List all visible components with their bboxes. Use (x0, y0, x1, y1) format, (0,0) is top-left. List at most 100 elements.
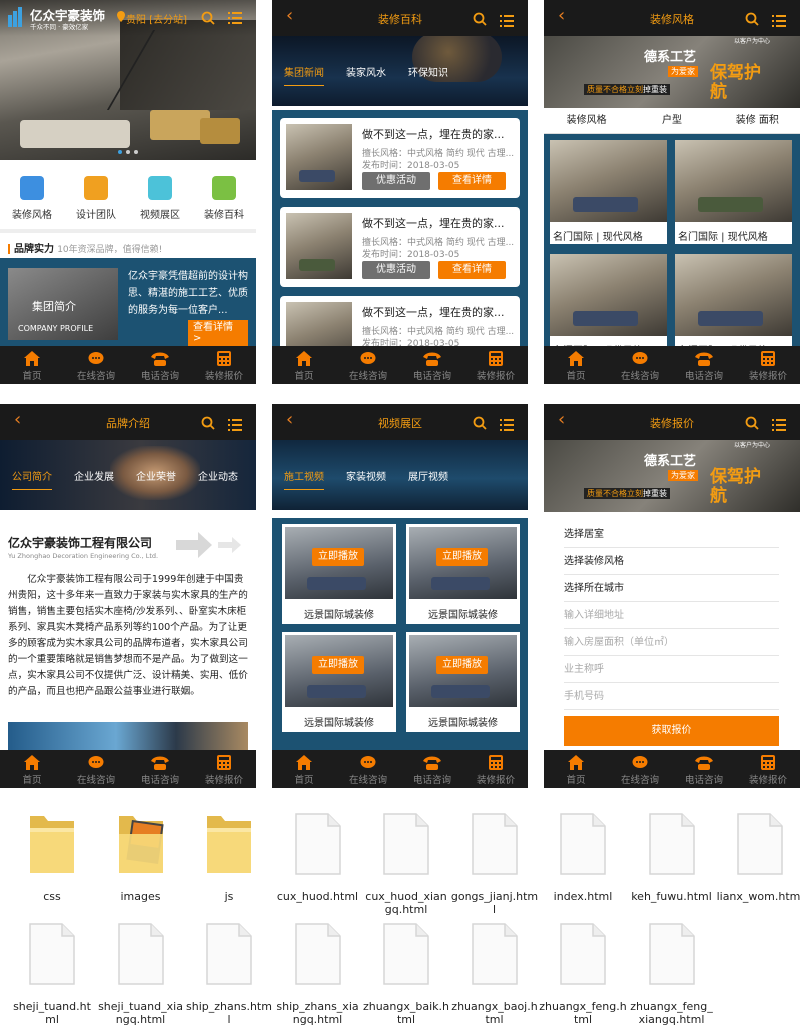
news-card[interactable]: 做不到这一点，埋在贵的家... 擅长风格：中式风格 简约 现代 古理... 发布时间… (280, 118, 520, 198)
folder-item[interactable]: images (97, 806, 185, 916)
city-switch[interactable]: 贵阳 [去分站] (126, 11, 187, 26)
category-tab[interactable]: 展厅视频 (408, 468, 448, 490)
promo-button[interactable]: 优惠活动 (362, 172, 430, 190)
menu-icon[interactable] (228, 416, 242, 435)
category-tab[interactable]: 企业荣誉 (136, 468, 176, 490)
tab-chat[interactable]: 在线咨询 (608, 346, 672, 384)
search-icon[interactable] (473, 415, 487, 434)
style-card[interactable]: 名门国际 | 现代风格 (550, 140, 667, 244)
detail-button[interactable]: 查看详情 (438, 261, 506, 279)
filter-option[interactable]: 装修风格 (544, 108, 629, 133)
play-button[interactable]: 立即播放 (312, 656, 364, 674)
play-button[interactable]: 立即播放 (436, 548, 488, 566)
search-icon[interactable] (201, 415, 215, 434)
tab-telephone[interactable]: 电话咨询 (128, 750, 192, 788)
quick-nav-item[interactable]: 装修风格 (0, 172, 64, 224)
tab-chat[interactable]: 在线咨询 (64, 750, 128, 788)
menu-icon[interactable] (772, 416, 786, 435)
tab-calculator[interactable]: 装修报价 (464, 750, 528, 788)
select-field[interactable]: 选择装修风格 (564, 549, 779, 575)
category-tab[interactable]: 施工视频 (284, 468, 324, 490)
promo-button[interactable]: 优惠活动 (362, 261, 430, 279)
category-nav: 施工视频 家装视频 展厅视频 (272, 440, 528, 510)
intro-detail-button[interactable]: 查看详情 > (188, 320, 248, 346)
tab-calculator[interactable]: 装修报价 (736, 750, 800, 788)
play-button[interactable]: 立即播放 (312, 548, 364, 566)
category-tab[interactable]: 公司简介 (12, 468, 52, 490)
search-icon[interactable] (201, 11, 215, 25)
file-item[interactable]: sheji_tuand_xiangq.html (97, 916, 185, 1026)
tab-home[interactable]: 首页 (272, 750, 336, 788)
category-tab[interactable]: 家装视频 (346, 468, 386, 490)
tab-chat[interactable]: 在线咨询 (336, 346, 400, 384)
file-item[interactable]: zhuangx_feng.html (539, 916, 627, 1026)
category-tab[interactable]: 环保知识 (408, 64, 448, 86)
tab-home[interactable]: 首页 (544, 750, 608, 788)
category-tab[interactable]: 企业动态 (198, 468, 238, 490)
menu-icon[interactable] (500, 12, 514, 31)
select-field[interactable]: 选择居室 (564, 522, 779, 548)
file-item[interactable]: zhuangx_baoj.html (451, 916, 539, 1026)
search-icon[interactable] (473, 11, 487, 30)
search-icon[interactable] (745, 11, 759, 30)
filter-option[interactable]: 装修 面积 (715, 108, 800, 133)
tab-calculator[interactable]: 装修报价 (192, 346, 256, 384)
tab-chat[interactable]: 在线咨询 (336, 750, 400, 788)
tab-home[interactable]: 首页 (0, 750, 64, 788)
folder-item[interactable]: js (185, 806, 273, 916)
menu-icon[interactable] (228, 12, 242, 24)
category-tab[interactable]: 集团新闻 (284, 64, 324, 86)
tab-calculator[interactable]: 装修报价 (736, 346, 800, 384)
video-card[interactable]: 立即播放 远景国际城装修 (282, 632, 396, 732)
tab-telephone[interactable]: 电话咨询 (672, 346, 736, 384)
tab-chat[interactable]: 在线咨询 (64, 346, 128, 384)
play-button[interactable]: 立即播放 (436, 656, 488, 674)
tab-telephone[interactable]: 电话咨询 (672, 750, 736, 788)
input-field[interactable]: 业主称呼 (564, 657, 779, 683)
style-card[interactable]: 名门国际 | 现代风格 (675, 254, 792, 358)
file-item[interactable]: ship_zhans_xiangq.html (274, 916, 362, 1026)
tab-telephone[interactable]: 电话咨询 (128, 346, 192, 384)
style-card[interactable]: 名门国际 | 现代风格 (675, 140, 792, 244)
file-item[interactable]: index.html (539, 806, 627, 916)
tab-home[interactable]: 首页 (544, 346, 608, 384)
style-card[interactable]: 名门国际 | 现代风格 (550, 254, 667, 358)
select-field[interactable]: 选择所在城市 (564, 576, 779, 602)
input-field[interactable]: 输入房屋面积（单位㎡） (564, 630, 779, 656)
file-item[interactable]: gongs_jianj.html (451, 806, 539, 916)
video-card[interactable]: 立即播放 远景国际城装修 (282, 524, 396, 624)
file-item[interactable]: zhuangx_feng_xiangq.html (628, 916, 716, 1026)
quick-nav-item[interactable]: 设计团队 (64, 172, 128, 224)
tab-calculator[interactable]: 装修报价 (464, 346, 528, 384)
category-tab[interactable]: 装家风水 (346, 64, 386, 86)
detail-button[interactable]: 查看详情 (438, 172, 506, 190)
menu-icon[interactable] (500, 416, 514, 435)
tab-home[interactable]: 首页 (272, 346, 336, 384)
menu-icon[interactable] (772, 12, 786, 31)
quick-nav-item[interactable]: 装修百科 (192, 172, 256, 224)
filter-option[interactable]: 户型 (629, 108, 714, 133)
file-item[interactable]: cux_huod.html (274, 806, 362, 916)
tab-home[interactable]: 首页 (0, 346, 64, 384)
file-item[interactable]: sheji_tuand.html (8, 916, 96, 1026)
file-item[interactable]: zhuangx_baik.html (362, 916, 450, 1026)
quick-nav-item[interactable]: 视频展区 (128, 172, 192, 224)
folder-item[interactable]: css (8, 806, 96, 916)
file-item[interactable]: ship_zhans.html (185, 916, 273, 1026)
news-card[interactable]: 做不到这一点，埋在贵的家... 擅长风格：中式风格 简约 现代 古理... 发布时间… (280, 207, 520, 287)
video-card[interactable]: 立即播放 远景国际城装修 (406, 524, 520, 624)
input-field[interactable]: 输入详细地址 (564, 603, 779, 629)
tab-telephone[interactable]: 电话咨询 (400, 750, 464, 788)
submit-quote-button[interactable]: 获取报价 (564, 716, 779, 746)
category-tab[interactable]: 企业发展 (74, 468, 114, 490)
tab-calculator[interactable]: 装修报价 (192, 750, 256, 788)
tab-telephone[interactable]: 电话咨询 (400, 346, 464, 384)
file-item[interactable]: cux_huod_xiangq.html (362, 806, 450, 916)
input-field[interactable]: 手机号码 (564, 684, 779, 710)
search-icon[interactable] (745, 415, 759, 434)
video-card[interactable]: 立即播放 远景国际城装修 (406, 632, 520, 732)
file-item[interactable]: lianx_wom.html (716, 806, 800, 916)
tab-chat[interactable]: 在线咨询 (608, 750, 672, 788)
bottom-tabbar: 首页 在线咨询 电话咨询 装修报价 (272, 750, 528, 788)
file-item[interactable]: keh_fuwu.html (628, 806, 716, 916)
